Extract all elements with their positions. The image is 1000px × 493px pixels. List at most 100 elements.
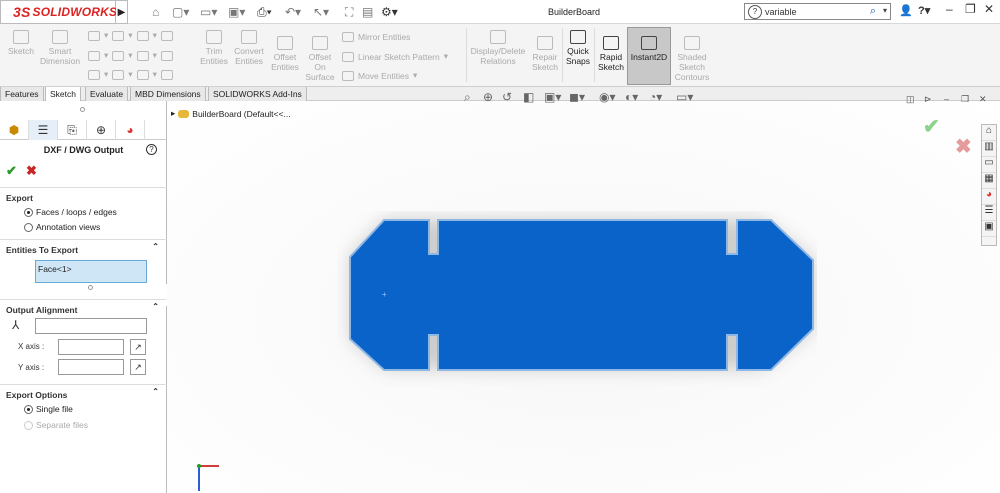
offset-on-surface-button[interactable]: Offset On Surface	[304, 36, 336, 82]
sketch-tools-row-3[interactable]: ▾ ▾ ▾	[88, 69, 173, 80]
sketch-tools-row-2[interactable]: ▾ ▾ ▾	[88, 50, 173, 61]
expand-arrow-icon[interactable]: ▸	[171, 108, 175, 119]
search-icon[interactable]: ⌕	[870, 5, 876, 18]
trim-entities-button[interactable]: Trim Entities	[198, 30, 230, 66]
select-icon[interactable]: ↖▾	[313, 3, 329, 21]
options-gear-icon[interactable]: ⚙▾	[381, 3, 398, 21]
chevron-up-icon[interactable]: ⌃	[152, 302, 159, 311]
home-icon[interactable]: ⌂	[152, 3, 159, 21]
propertymanager-tab-icon[interactable]: ☰	[29, 120, 58, 140]
quick-snaps-button[interactable]: Quick Snaps	[565, 30, 591, 66]
tab-sketch[interactable]: Sketch	[45, 87, 81, 101]
tab-solidworks-add-ins[interactable]: SOLIDWORKS Add-Ins	[208, 87, 307, 101]
radio-annotation-views[interactable]: Annotation views	[24, 222, 100, 232]
origin-field[interactable]	[35, 318, 147, 334]
file-properties-icon[interactable]: ▤	[362, 3, 373, 21]
chevron-down-icon[interactable]: ▾	[883, 6, 887, 15]
zoom-to-fit-icon[interactable]: ⌕	[464, 90, 471, 105]
featuremanager-tab-icon[interactable]: ⬢	[0, 120, 29, 140]
custom-properties-icon[interactable]: ☰	[982, 205, 996, 221]
viewport-minimize-icon[interactable]: –	[944, 94, 949, 104]
panel-drag-handle[interactable]	[80, 107, 85, 112]
smart-dimension-button[interactable]: Smart Dimension	[40, 30, 80, 66]
configurationmanager-tab-icon[interactable]: ⎘	[58, 120, 87, 140]
solidworks-logo[interactable]: 3S SOLIDWORKS	[0, 0, 117, 24]
viewport-close-icon[interactable]: ✕	[979, 94, 987, 105]
tab-features[interactable]: Features	[0, 87, 44, 101]
confirm-cancel-icon[interactable]: ✖	[955, 134, 972, 159]
radio-faces-loops-edges[interactable]: Faces / loops / edges	[24, 207, 117, 217]
linear-pattern-button[interactable]: Linear Sketch Pattern ▾	[342, 51, 448, 62]
view-orientation-icon[interactable]: ▣▾	[544, 90, 561, 104]
feature-tree-flyout[interactable]: ▸ BuilderBoard (Default<<...	[171, 108, 291, 119]
open-icon[interactable]: ▭▾	[200, 3, 217, 21]
sketch-tools-row-1[interactable]: ▾ ▾ ▾	[88, 30, 173, 41]
convert-entities-button[interactable]: Convert Entities	[232, 30, 266, 66]
selected-face-shape[interactable]	[349, 219, 814, 371]
design-library-icon[interactable]: ▭	[982, 157, 996, 173]
rapid-sketch-button[interactable]: Rapid Sketch	[597, 36, 625, 72]
confirm-ok-icon[interactable]: ✔	[923, 114, 940, 139]
entities-section-header[interactable]: Entities To Export ⌃	[0, 239, 167, 257]
reverse-direction-icon[interactable]: ↗	[130, 339, 146, 355]
apply-scene-icon[interactable]: ◔▾	[649, 90, 662, 104]
display-delete-relations-button[interactable]: Display/Delete Relations	[470, 30, 526, 66]
entities-selection-box[interactable]: Face<1>	[35, 260, 147, 283]
home-icon[interactable]: ⌂	[982, 125, 996, 141]
ok-check-icon[interactable]: ✔	[6, 163, 17, 179]
save-icon[interactable]: ▣▾	[228, 3, 245, 21]
view-settings-icon[interactable]: ▭▾	[676, 90, 693, 104]
rebuild-icon[interactable]: ⛶	[345, 3, 353, 21]
display-style-icon[interactable]: ◼▾	[569, 90, 585, 104]
section-view-icon[interactable]: ◧	[523, 90, 534, 104]
radio-single-file[interactable]: Single file	[24, 404, 73, 414]
edit-appearance-icon[interactable]: ◐▾	[625, 90, 638, 104]
chevron-up-icon[interactable]: ⌃	[152, 387, 159, 396]
move-entities-button[interactable]: Move Entities ▾	[342, 70, 417, 81]
restore-icon[interactable]: ❐	[965, 2, 976, 16]
tab-evaluate[interactable]: Evaluate	[85, 87, 129, 101]
hide-show-items-icon[interactable]: ◉▾	[599, 90, 616, 104]
viewport-restore-icon[interactable]: ❐	[961, 94, 969, 105]
help-icon[interactable]: ?	[146, 144, 157, 155]
menu-expand-icon[interactable]: ▶	[116, 0, 128, 24]
user-icon[interactable]: 👤	[899, 4, 913, 17]
previous-view-icon[interactable]: ↺	[502, 90, 512, 104]
search-input[interactable]: variable	[765, 7, 797, 17]
cancel-x-icon[interactable]: ✖	[26, 163, 37, 179]
tab-mbd-dimensions[interactable]: MBD Dimensions	[130, 87, 206, 101]
x-axis-field[interactable]	[58, 339, 124, 355]
undo-icon[interactable]: ↶▾	[285, 3, 301, 21]
forum-icon[interactable]: ▣	[982, 221, 996, 237]
help-icon[interactable]: ?▾	[918, 4, 930, 17]
minimize-icon[interactable]: –	[946, 2, 953, 16]
shaded-sketch-contours-button[interactable]: Shaded Sketch Contours	[673, 36, 711, 82]
viewport-layout-icon[interactable]: ◫	[906, 94, 915, 105]
new-document-icon[interactable]: ▢▾	[172, 3, 189, 21]
graphics-area[interactable]: ▸ BuilderBoard (Default<<... ⌕ ⊕ ↺ ◧ ▣▾ …	[167, 90, 1000, 493]
export-section-header[interactable]: Export	[0, 187, 167, 205]
alignment-section-header[interactable]: Output Alignment ⌃	[0, 299, 167, 317]
export-options-section-header[interactable]: Export Options ⌃	[0, 384, 167, 402]
y-axis-field[interactable]	[58, 359, 124, 375]
zoom-to-area-icon[interactable]: ⊕	[483, 90, 493, 104]
selected-entity-item[interactable]: Face<1>	[38, 264, 72, 274]
close-icon[interactable]: ✕	[984, 2, 994, 16]
reverse-direction-icon[interactable]: ↗	[130, 359, 146, 375]
part-face[interactable]: +	[337, 211, 817, 386]
print-icon[interactable]: ⎙▾	[257, 3, 272, 21]
instant2d-button[interactable]: Instant2D	[628, 36, 670, 62]
offset-entities-button[interactable]: Offset Entities	[268, 36, 302, 72]
search-box[interactable]: ? variable ⌕ ▾	[744, 3, 891, 20]
file-explorer-icon[interactable]: ▦	[982, 173, 996, 189]
chevron-up-icon[interactable]: ⌃	[152, 242, 159, 251]
appearances-icon[interactable]: ◕	[982, 189, 996, 205]
list-resize-handle[interactable]	[88, 285, 93, 290]
repair-sketch-button[interactable]: Repair Sketch	[530, 36, 560, 72]
dimxpertmanager-tab-icon[interactable]: ⊕	[87, 120, 116, 140]
resources-icon[interactable]: ▥	[982, 141, 996, 157]
viewport-expand-icon[interactable]: ⊳	[924, 94, 932, 105]
displaymanager-tab-icon[interactable]: ◕	[116, 120, 145, 140]
sketch-button[interactable]: Sketch	[6, 30, 36, 56]
mirror-entities-button[interactable]: Mirror Entities	[342, 32, 410, 42]
